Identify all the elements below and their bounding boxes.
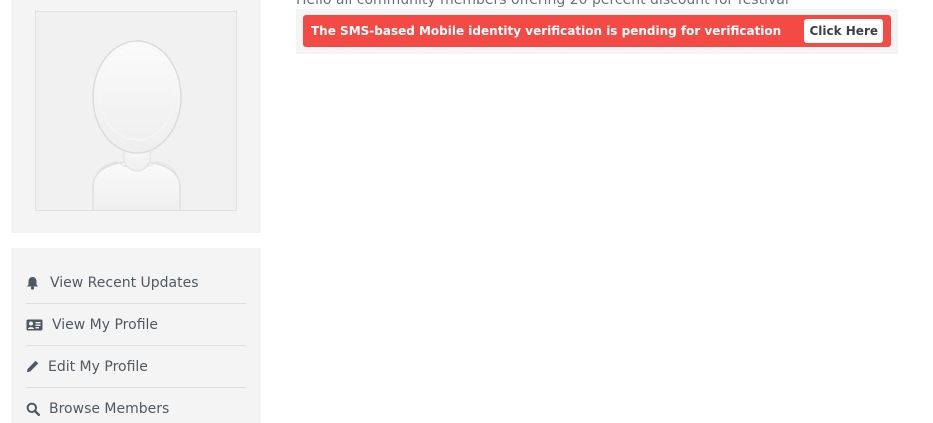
sidebar-menu: View Recent Updates View My Profile Edit…: [11, 248, 261, 423]
sidebar-item-browse-members[interactable]: Browse Members: [26, 388, 246, 423]
avatar[interactable]: [35, 11, 237, 211]
pencil-icon: [26, 360, 48, 373]
sidebar-item-view-my-profile[interactable]: View My Profile: [26, 304, 246, 346]
sidebar-item-view-recent-updates[interactable]: View Recent Updates: [26, 262, 246, 304]
alert-message: The SMS-based Mobile identity verificati…: [311, 24, 782, 38]
bell-icon: [26, 276, 50, 290]
sidebar-item-label: Browse Members: [49, 401, 170, 417]
verification-alert: The SMS-based Mobile identity verificati…: [303, 15, 891, 47]
id-card-icon: [26, 319, 52, 331]
default-user-silhouette-icon: [92, 40, 182, 210]
search-icon: [26, 402, 49, 416]
post-text: Hello all community members offering 20 …: [296, 0, 789, 8]
click-here-button[interactable]: Click Here: [804, 19, 883, 43]
sidebar-item-label: View Recent Updates: [50, 274, 199, 291]
sidebar-item-label: View My Profile: [52, 316, 159, 333]
profile-avatar-card: [11, 0, 261, 233]
sidebar-item-label: Edit My Profile: [48, 358, 148, 375]
page: View Recent Updates View My Profile Edit…: [0, 0, 933, 423]
verification-alert-container: The SMS-based Mobile identity verificati…: [296, 9, 898, 54]
sidebar-item-edit-my-profile[interactable]: Edit My Profile: [26, 346, 246, 388]
